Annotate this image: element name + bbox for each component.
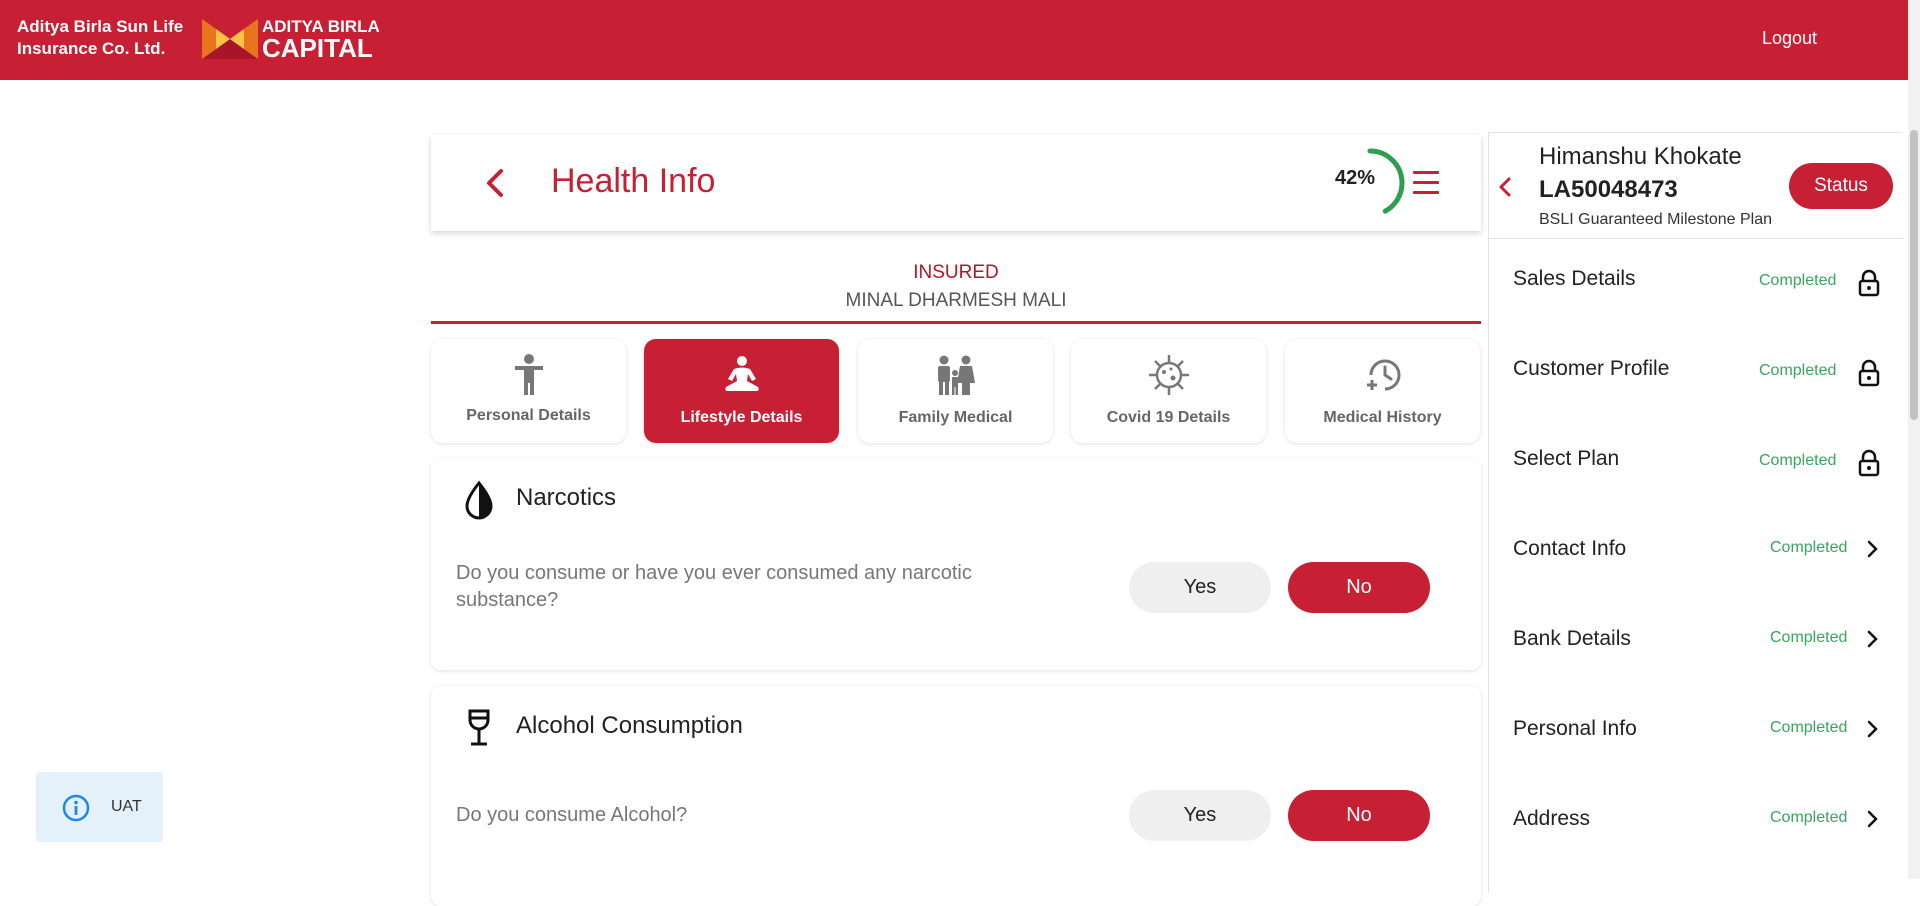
panel-item-label: Sales Details bbox=[1513, 267, 1636, 290]
panel-item-label: Bank Details bbox=[1513, 627, 1631, 650]
divider bbox=[431, 321, 1481, 324]
page-title: Health Info bbox=[551, 162, 716, 200]
wine-glass-icon bbox=[461, 708, 497, 748]
tab-label: Medical History bbox=[1323, 409, 1442, 426]
company-name-line1: Aditya Birla Sun Life bbox=[17, 17, 184, 36]
panel-item-bank-details[interactable]: Bank Details Completed bbox=[1489, 609, 1903, 699]
tab-label: Covid 19 Details bbox=[1106, 409, 1231, 426]
insured-info: INSURED MINAL DHARMESH MALI bbox=[431, 262, 1481, 312]
history-icon bbox=[1285, 353, 1480, 397]
panel-item-label: Select Plan bbox=[1513, 447, 1620, 470]
proposal-status-panel: Himanshu Khokate LA50048473 BSLI Guarant… bbox=[1488, 132, 1903, 892]
lock-icon bbox=[1858, 269, 1880, 297]
panel-item-sales-details[interactable]: Sales Details Completed bbox=[1489, 249, 1903, 339]
virus-icon bbox=[1071, 353, 1266, 397]
scrollbar-thumb[interactable] bbox=[1910, 130, 1918, 420]
back-chevron-icon[interactable] bbox=[483, 165, 507, 201]
status-text: Completed bbox=[1770, 539, 1848, 556]
environment-badge[interactable]: UAT bbox=[36, 772, 163, 842]
no-button[interactable]: No bbox=[1288, 790, 1430, 841]
company-name: Aditya Birla Sun Life Insurance Co. Ltd. bbox=[17, 16, 183, 60]
logo-text-line2: CAPITAL bbox=[262, 33, 373, 63]
question-title: Alcohol Consumption bbox=[516, 712, 743, 739]
top-header: Aditya Birla Sun Life Insurance Co. Ltd.… bbox=[0, 0, 1908, 80]
question-title: Narcotics bbox=[516, 484, 617, 511]
meditation-icon bbox=[644, 353, 839, 397]
tab-family-medical[interactable]: Family Medical bbox=[858, 339, 1053, 443]
lock-icon bbox=[1858, 449, 1880, 477]
tab-personal-details[interactable]: Personal Details bbox=[431, 339, 626, 443]
chevron-right-icon bbox=[1867, 540, 1878, 558]
panel-item-address[interactable]: Address Completed bbox=[1489, 789, 1903, 879]
info-icon bbox=[62, 794, 90, 822]
chevron-right-icon bbox=[1867, 630, 1878, 648]
logout-link[interactable]: Logout bbox=[1762, 28, 1817, 49]
insured-label: INSURED bbox=[913, 262, 999, 283]
panel-item-personal-info[interactable]: Personal Info Completed bbox=[1489, 699, 1903, 789]
logo-mark-icon bbox=[202, 19, 258, 59]
panel-item-customer-profile[interactable]: Customer Profile Completed bbox=[1489, 339, 1903, 429]
family-icon bbox=[858, 353, 1053, 397]
customer-name: Himanshu Khokate bbox=[1539, 143, 1742, 170]
chevron-right-icon bbox=[1867, 720, 1878, 738]
question-text: Do you consume Alcohol? bbox=[456, 804, 688, 826]
page-scrollbar[interactable] bbox=[1908, 0, 1920, 879]
panel-item-label: Address bbox=[1513, 807, 1591, 830]
aditya-birla-capital-logo: ADITYA BIRLA CAPITAL bbox=[202, 18, 380, 63]
status-text: Completed bbox=[1770, 719, 1848, 736]
plan-name: BSLI Guaranteed Milestone Plan bbox=[1539, 211, 1773, 228]
health-tabs: Personal Details Lifestyle Details Famil… bbox=[431, 339, 1481, 443]
panel-item-label: Contact Info bbox=[1513, 537, 1627, 560]
alcohol-consumption-card: Alcohol Consumption Do you consume Alcoh… bbox=[431, 686, 1481, 906]
narcotics-card: Narcotics Do you consume or have you eve… bbox=[431, 458, 1481, 670]
collapse-chevron-icon[interactable] bbox=[1497, 175, 1513, 199]
insured-name: MINAL DHARMESH MALI bbox=[845, 290, 1067, 311]
lock-icon bbox=[1858, 359, 1880, 387]
status-text: Completed bbox=[1759, 362, 1837, 379]
environment-label: UAT bbox=[111, 798, 142, 815]
status-text: Completed bbox=[1759, 452, 1837, 469]
status-text: Completed bbox=[1770, 809, 1848, 826]
tab-label: Personal Details bbox=[466, 407, 591, 424]
progress-percent: 42% bbox=[1335, 167, 1376, 189]
menu-icon[interactable] bbox=[1413, 171, 1439, 195]
status-text: Completed bbox=[1770, 629, 1848, 646]
tab-lifestyle-details[interactable]: Lifestyle Details bbox=[644, 339, 839, 443]
person-icon bbox=[431, 353, 626, 397]
tab-label: Family Medical bbox=[898, 409, 1013, 426]
tab-label: Lifestyle Details bbox=[680, 409, 803, 426]
status-text: Completed bbox=[1759, 272, 1837, 289]
panel-item-label: Personal Info bbox=[1513, 717, 1637, 740]
tab-medical-history[interactable]: Medical History bbox=[1285, 339, 1480, 443]
chevron-right-icon bbox=[1867, 810, 1878, 828]
drop-icon bbox=[461, 480, 497, 520]
yes-button[interactable]: Yes bbox=[1129, 562, 1271, 613]
no-button[interactable]: No bbox=[1288, 562, 1430, 613]
status-button[interactable]: Status bbox=[1789, 163, 1893, 209]
company-name-line2: Insurance Co. Ltd. bbox=[17, 39, 166, 58]
application-id: LA50048473 bbox=[1539, 176, 1678, 203]
panel-header: Himanshu Khokate LA50048473 BSLI Guarant… bbox=[1489, 133, 1903, 239]
panel-item-contact-info[interactable]: Contact Info Completed bbox=[1489, 519, 1903, 609]
panel-item-label: Customer Profile bbox=[1513, 357, 1670, 380]
question-text: Do you consume or have you ever consumed… bbox=[456, 562, 972, 611]
tab-covid-19-details[interactable]: Covid 19 Details bbox=[1071, 339, 1266, 443]
health-info-header-card: Health Info 42% bbox=[431, 135, 1481, 231]
panel-item-select-plan[interactable]: Select Plan Completed bbox=[1489, 429, 1903, 519]
yes-button[interactable]: Yes bbox=[1129, 790, 1271, 841]
